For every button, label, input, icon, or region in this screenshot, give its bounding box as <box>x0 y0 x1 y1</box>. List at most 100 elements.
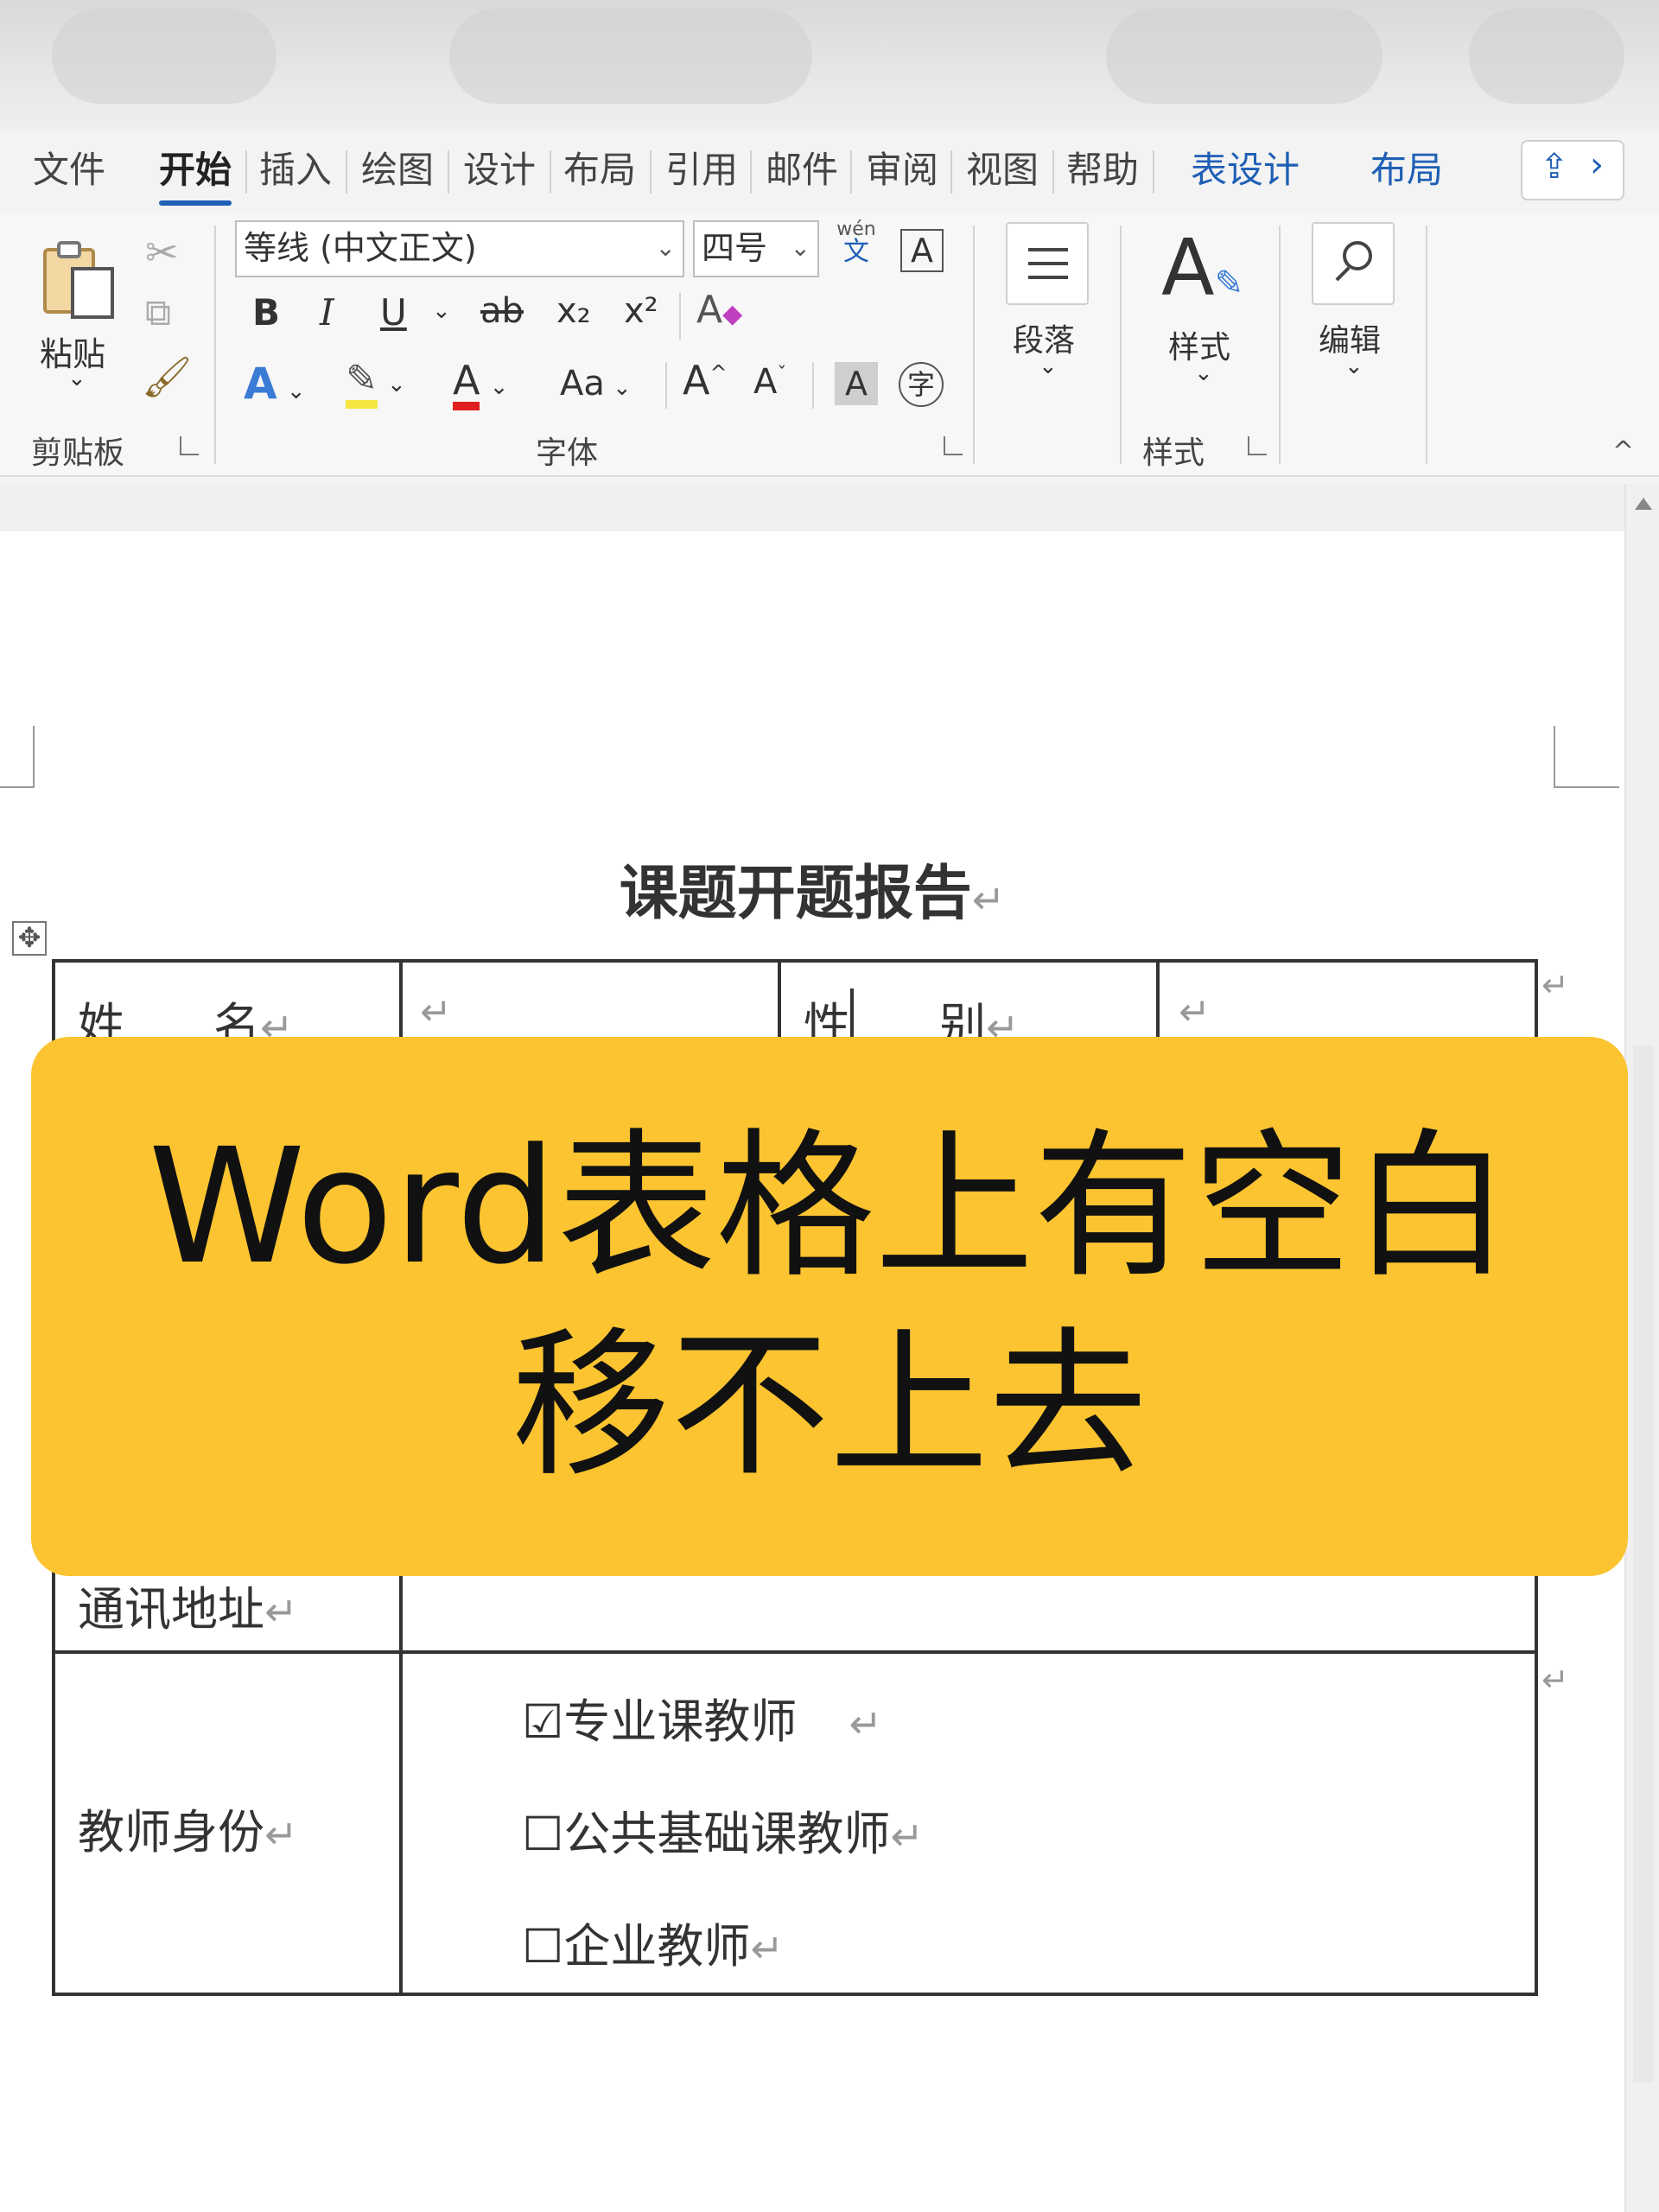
clipboard-group-label: 剪贴板 <box>31 435 125 471</box>
editing-button[interactable]: 编辑 ⌄ <box>1308 222 1403 395</box>
tab-home[interactable]: 开始 <box>159 140 232 206</box>
share-button[interactable]: ⇪ › <box>1521 140 1624 200</box>
group-separator <box>214 226 216 464</box>
shrink-font-button[interactable]: Aˇ <box>753 362 786 402</box>
tab-separator <box>448 150 449 194</box>
tab-review[interactable]: 审阅 <box>866 140 938 200</box>
styles-button[interactable]: A✎ 样式 ⌄ <box>1149 226 1262 398</box>
paragraph-mark: ↵ <box>849 1700 882 1747</box>
option-label: 公共基础课教师 <box>563 1807 891 1861</box>
crop-mark <box>1554 726 1619 788</box>
paste-button[interactable]: 粘贴 ⌄ <box>26 231 130 395</box>
ribbon-home: 粘贴 ⌄ ✂ ⧉ 🖌 剪贴板 等线 (中文正文) ⌄ 四号 ⌄ wén 文 A … <box>0 213 1659 477</box>
change-case-button[interactable]: Aa ⌄ <box>560 364 632 404</box>
tab-references[interactable]: 引用 <box>665 140 738 200</box>
tab-file[interactable]: 文件 <box>33 140 105 200</box>
paragraph-mark: ↵ <box>264 1811 298 1858</box>
font-color-button[interactable]: A ⌄ <box>453 359 508 410</box>
chevron-down-icon: ⌄ <box>286 378 306 404</box>
group-separator <box>1279 226 1281 464</box>
tab-table-layout[interactable]: 布局 <box>1370 140 1443 200</box>
font-size-value: 四号 <box>702 229 768 267</box>
identity-label: 教师身份 <box>78 1805 264 1859</box>
scroll-thumb[interactable] <box>1633 1046 1654 2082</box>
subscript-button[interactable]: x₂ <box>556 291 591 331</box>
chevron-down-icon[interactable]: ⌄ <box>432 298 451 324</box>
tab-layout[interactable]: 布局 <box>563 140 636 200</box>
separator <box>812 362 814 409</box>
table-cell-identity-label[interactable]: 教师身份↵ <box>78 1794 298 1862</box>
group-separator <box>973 226 975 464</box>
tab-table-design[interactable]: 表设计 <box>1191 140 1300 200</box>
paragraph-mark: ↵ <box>750 1925 784 1972</box>
phonetic-guide-button[interactable]: wén 文 <box>835 219 878 267</box>
dialog-launcher-icon[interactable] <box>944 436 963 455</box>
checkbox-icon[interactable]: ☐ <box>522 1919 563 1974</box>
font-name-select[interactable]: 等线 (中文正文) ⌄ <box>235 220 684 277</box>
paragraph-icon <box>1006 222 1089 305</box>
paragraph-button[interactable]: 段落 ⌄ <box>1002 222 1097 395</box>
chevron-down-icon: ⌄ <box>1344 353 1363 379</box>
cut-icon[interactable]: ✂ <box>145 229 179 276</box>
document-title[interactable]: 课题开题报告↵ <box>0 845 1624 931</box>
pinyin-char: 文 <box>843 237 869 267</box>
tab-separator <box>750 150 752 194</box>
address-label: 通讯地址 <box>78 1582 264 1637</box>
highlighter-icon: ✎ <box>346 359 378 409</box>
table-cell-gender-value[interactable]: ↵ <box>1179 990 1211 1034</box>
crop-mark <box>0 726 35 788</box>
checkbox-icon[interactable]: ☐ <box>522 1807 563 1861</box>
title-text: 课题开题报告 <box>619 860 972 928</box>
copy-icon[interactable]: ⧉ <box>145 291 171 334</box>
font-size-select[interactable]: 四号 ⌄ <box>693 220 819 277</box>
collapse-ribbon-icon[interactable]: ^ <box>1612 436 1634 467</box>
tab-separator <box>1153 150 1154 194</box>
chevron-down-icon: ⌄ <box>1039 353 1058 379</box>
clear-formatting-icon[interactable]: A◆ <box>696 288 742 332</box>
table-move-handle-icon[interactable]: ✥ <box>12 921 47 956</box>
tab-separator <box>950 150 952 194</box>
tab-view[interactable]: 视图 <box>966 140 1039 200</box>
option-specialty-teacher[interactable]: ☑专业课教师 ↵ <box>522 1683 882 1751</box>
char-border-button[interactable]: A <box>900 229 944 272</box>
table-cell-address-label[interactable]: 通讯地址↵ <box>78 1571 298 1639</box>
styles-icon: A✎ <box>1161 223 1244 314</box>
ribbon-tabs: 文件 开始 插入 绘图 设计 布局 引用 邮件 审阅 视图 帮助 表设计 布局 <box>0 131 1659 213</box>
bold-button[interactable]: B <box>252 291 280 334</box>
font-group-label: 字体 <box>536 435 599 471</box>
strikethrough-button[interactable]: ab <box>480 291 524 331</box>
superscript-button[interactable]: x² <box>624 291 658 331</box>
text-effects-button[interactable]: A ⌄ <box>244 359 306 409</box>
format-painter-icon[interactable]: 🖌 <box>142 353 192 401</box>
paragraph-mark: ↵ <box>971 876 1006 923</box>
dialog-launcher-icon[interactable] <box>1248 436 1267 455</box>
paragraph-mark: ↵ <box>890 1813 924 1859</box>
option-general-teacher[interactable]: ☐公共基础课教师↵ <box>522 1796 924 1864</box>
checkbox-checked-icon[interactable]: ☑ <box>522 1694 563 1749</box>
tab-separator <box>346 150 347 194</box>
paste-icon <box>43 241 114 319</box>
underline-button[interactable]: U <box>380 291 407 334</box>
chevron-down-icon: ⌄ <box>655 233 676 262</box>
title-banner: Word表格上有空白 移不上去 <box>31 1037 1628 1576</box>
tab-help[interactable]: 帮助 <box>1066 140 1139 200</box>
table-cell-name-value[interactable]: ↵ <box>420 990 452 1034</box>
group-separator <box>1426 226 1427 464</box>
option-enterprise-teacher[interactable]: ☐企业教师↵ <box>522 1908 784 1976</box>
vertical-scrollbar[interactable] <box>1624 484 1659 2212</box>
font-color-icon: A <box>453 359 480 410</box>
row-end-mark: ↵ <box>1541 966 1569 1004</box>
enclose-characters-button[interactable]: 字 <box>899 362 944 407</box>
char-shading-button[interactable]: A <box>835 362 878 405</box>
tab-draw[interactable]: 绘图 <box>361 140 434 200</box>
highlight-button[interactable]: ✎ ⌄ <box>346 359 406 409</box>
option-label: 专业课教师 <box>563 1694 798 1749</box>
tab-separator <box>850 150 852 194</box>
dialog-launcher-icon[interactable] <box>180 436 199 455</box>
scroll-up-icon[interactable] <box>1635 498 1652 510</box>
italic-button[interactable]: I <box>320 291 334 334</box>
tab-mailings[interactable]: 邮件 <box>766 140 838 200</box>
grow-font-button[interactable]: A^ <box>683 357 728 404</box>
tab-insert[interactable]: 插入 <box>259 140 332 200</box>
tab-design[interactable]: 设计 <box>463 140 536 200</box>
